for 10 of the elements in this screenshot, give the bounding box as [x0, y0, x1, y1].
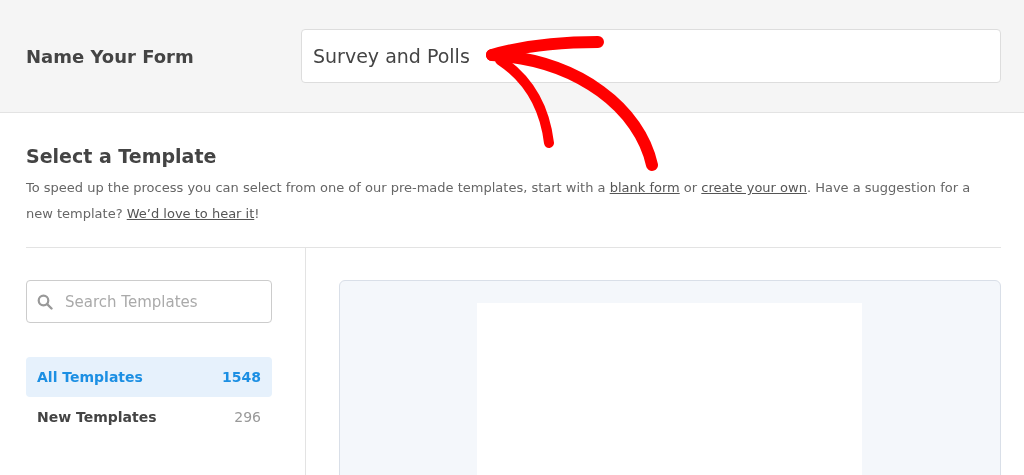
form-name-field[interactable]: Survey and Polls [301, 29, 1001, 83]
category-item[interactable]: New Templates 296 [26, 397, 272, 437]
text-link[interactable]: create your own [701, 180, 807, 195]
search-field[interactable]: Search Templates [26, 280, 272, 323]
form-name-label: Name Your Form [26, 45, 195, 67]
text-link[interactable]: blank form [609, 180, 680, 195]
search-icon [37, 294, 53, 310]
section-description: To speed up the process you can select from one of our pre-made templates, start with a blank form or create your own. Have a suggestion for a new template? We’d love to hear it! [26, 175, 1001, 248]
text-link[interactable]: We’d love to hear it [126, 206, 255, 221]
section-title: Select a Template [26, 145, 218, 167]
